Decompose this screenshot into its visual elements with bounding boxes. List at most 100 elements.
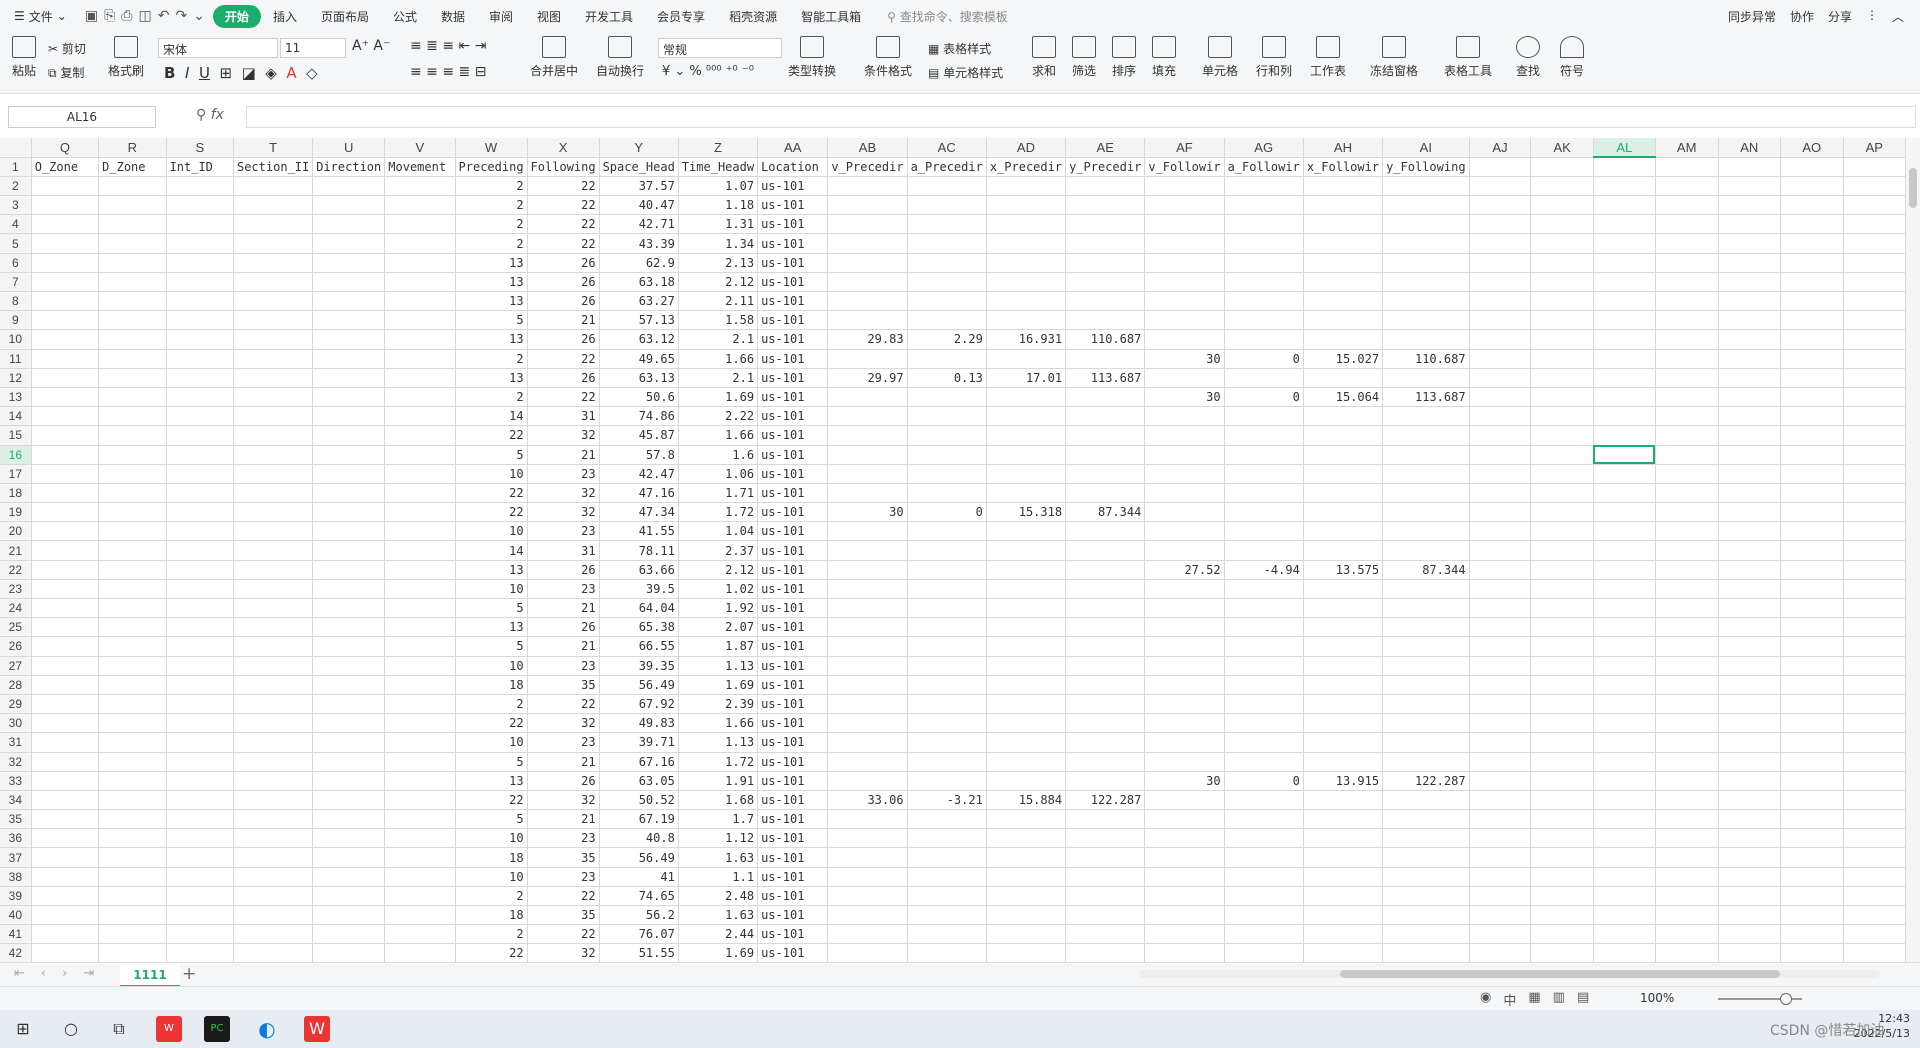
cell[interactable] bbox=[98, 560, 167, 580]
cell[interactable]: us-101 bbox=[757, 483, 829, 504]
cell[interactable] bbox=[986, 828, 1067, 849]
cell[interactable] bbox=[31, 253, 100, 273]
cell[interactable] bbox=[166, 752, 234, 772]
cell[interactable] bbox=[233, 502, 314, 523]
cell[interactable]: us-101 bbox=[757, 540, 829, 561]
cell[interactable]: 22 bbox=[527, 886, 600, 907]
cell[interactable] bbox=[1718, 291, 1781, 312]
cell[interactable] bbox=[986, 425, 1067, 446]
cell[interactable] bbox=[1780, 387, 1844, 408]
cell[interactable] bbox=[1593, 924, 1656, 945]
cell[interactable] bbox=[1469, 886, 1532, 907]
cell[interactable] bbox=[1224, 425, 1304, 446]
cell[interactable] bbox=[233, 828, 314, 849]
cell[interactable]: us-101 bbox=[757, 790, 829, 811]
cell[interactable] bbox=[1224, 943, 1304, 962]
cell[interactable] bbox=[312, 752, 386, 772]
cell[interactable] bbox=[233, 233, 314, 254]
cell[interactable] bbox=[986, 445, 1067, 465]
cell[interactable] bbox=[312, 176, 386, 197]
cell[interactable] bbox=[166, 521, 234, 542]
cell[interactable] bbox=[1780, 521, 1844, 542]
cell[interactable] bbox=[827, 924, 908, 945]
cell[interactable] bbox=[1144, 406, 1225, 427]
cell[interactable] bbox=[1780, 368, 1844, 388]
cell[interactable] bbox=[166, 675, 234, 695]
cell[interactable] bbox=[1224, 752, 1304, 772]
cell[interactable] bbox=[1469, 387, 1532, 408]
cell[interactable]: 2.37 bbox=[678, 540, 759, 561]
cell[interactable] bbox=[1144, 483, 1225, 504]
cell[interactable] bbox=[1303, 195, 1384, 216]
row-header[interactable]: 40 bbox=[0, 905, 32, 926]
cell[interactable] bbox=[233, 732, 314, 753]
cell[interactable] bbox=[1144, 828, 1225, 849]
cell[interactable] bbox=[1224, 617, 1304, 638]
cell[interactable]: 13 bbox=[455, 329, 528, 350]
cell[interactable] bbox=[1843, 656, 1906, 676]
cell[interactable] bbox=[1065, 233, 1146, 254]
cell[interactable]: us-101 bbox=[757, 694, 829, 715]
cell[interactable] bbox=[1303, 464, 1384, 484]
cell[interactable]: -4.94 bbox=[1224, 560, 1304, 580]
cell[interactable]: 26 bbox=[527, 329, 600, 350]
cell[interactable] bbox=[166, 310, 234, 331]
cell[interactable] bbox=[827, 656, 908, 676]
cell[interactable] bbox=[166, 943, 234, 962]
cell[interactable] bbox=[827, 675, 908, 695]
cell[interactable]: 1.69 bbox=[678, 943, 759, 962]
cell[interactable]: us-101 bbox=[757, 195, 829, 216]
cell[interactable] bbox=[166, 176, 234, 197]
cell[interactable] bbox=[31, 924, 100, 945]
cell[interactable] bbox=[1469, 521, 1532, 542]
cell[interactable] bbox=[1382, 483, 1470, 504]
tab-3[interactable]: 公式 bbox=[381, 4, 429, 29]
cell[interactable]: 110.687 bbox=[1065, 329, 1146, 350]
cell[interactable] bbox=[1303, 425, 1384, 446]
cell[interactable] bbox=[166, 656, 234, 676]
cell[interactable] bbox=[98, 867, 167, 887]
cell[interactable] bbox=[1469, 157, 1532, 177]
cell[interactable]: 30 bbox=[1144, 771, 1225, 791]
cell[interactable] bbox=[312, 521, 386, 542]
cell[interactable]: 23 bbox=[527, 521, 600, 542]
cell[interactable] bbox=[1780, 694, 1844, 715]
cell[interactable] bbox=[233, 464, 314, 484]
cell[interactable] bbox=[31, 732, 100, 753]
cell[interactable] bbox=[233, 195, 314, 216]
cell[interactable] bbox=[1655, 176, 1719, 197]
cell[interactable] bbox=[312, 195, 386, 216]
cell[interactable] bbox=[233, 445, 314, 465]
cell[interactable] bbox=[827, 943, 908, 962]
cell[interactable] bbox=[98, 483, 167, 504]
cell[interactable] bbox=[1530, 445, 1594, 465]
cell[interactable] bbox=[907, 636, 987, 657]
cell[interactable] bbox=[907, 425, 987, 446]
cell[interactable] bbox=[1224, 867, 1304, 887]
cell[interactable] bbox=[907, 272, 987, 293]
cell[interactable] bbox=[1780, 675, 1844, 695]
cell[interactable] bbox=[1718, 157, 1781, 177]
cell[interactable] bbox=[312, 387, 386, 408]
cell[interactable] bbox=[1065, 598, 1146, 619]
cell[interactable]: 63.66 bbox=[599, 560, 679, 580]
cell[interactable] bbox=[1469, 579, 1532, 600]
cell[interactable]: 1.68 bbox=[678, 790, 759, 811]
cell[interactable] bbox=[1224, 598, 1304, 619]
cell[interactable] bbox=[1718, 694, 1781, 715]
row-header[interactable]: 4 bbox=[0, 214, 32, 235]
cell[interactable]: 35 bbox=[527, 675, 600, 695]
cell[interactable]: 22 bbox=[455, 790, 528, 811]
cell[interactable] bbox=[1144, 656, 1225, 676]
cell[interactable] bbox=[1144, 425, 1225, 446]
cell[interactable] bbox=[1382, 406, 1470, 427]
cell[interactable] bbox=[827, 349, 908, 369]
cell[interactable] bbox=[1303, 502, 1384, 523]
cell[interactable] bbox=[1144, 540, 1225, 561]
sum-button[interactable]: 求和 bbox=[1032, 36, 1056, 79]
cell[interactable] bbox=[98, 924, 167, 945]
cell[interactable] bbox=[31, 809, 100, 830]
cell[interactable]: 42.47 bbox=[599, 464, 679, 484]
cell[interactable] bbox=[1469, 349, 1532, 369]
cell[interactable] bbox=[986, 387, 1067, 408]
